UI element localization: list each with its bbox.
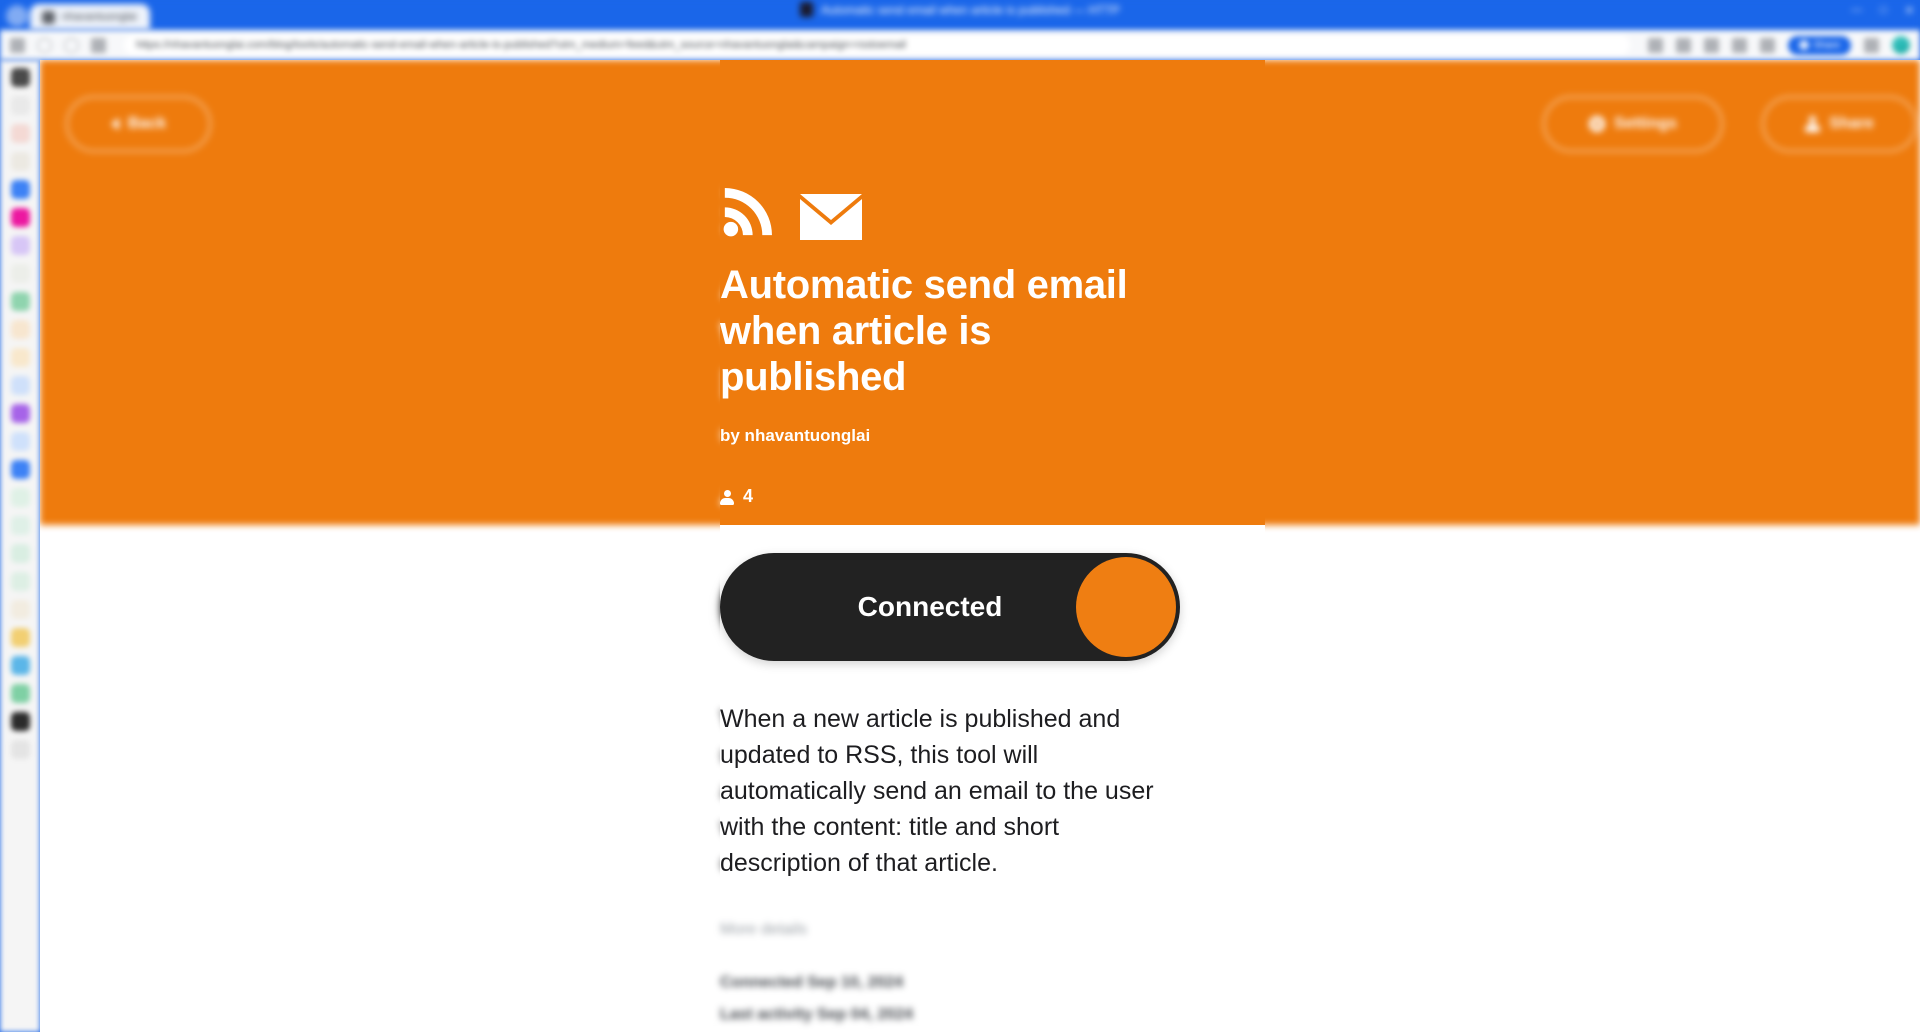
browser-window: nhavantuonglai Automatic send email when… <box>0 0 1920 1032</box>
window-title: Automatic send email when article is pub… <box>0 2 1920 17</box>
bookmark-profile[interactable] <box>10 68 30 87</box>
back-button-label: Back <box>127 115 167 132</box>
tool-description-sharp: When a new article is published and upda… <box>720 705 1154 877</box>
overflow-menu-icon[interactable] <box>1864 37 1879 53</box>
bookmark-item-23[interactable] <box>10 684 30 703</box>
minimize-icon[interactable]: — <box>1851 4 1862 17</box>
last-activity-date: Last activity Sep 04, 2024 <box>720 1006 913 1023</box>
connected-date: Connected Sep 10, 2024 <box>720 974 904 991</box>
person-icon <box>720 489 734 505</box>
reload-icon[interactable] <box>91 37 106 53</box>
bookmark-item-17[interactable] <box>10 516 30 535</box>
bookmark-item-25[interactable] <box>10 740 30 759</box>
hero-byline-sharp: by nhavantuonglai <box>720 426 871 445</box>
bookmark-item-13[interactable] <box>10 404 30 423</box>
window-controls[interactable]: — □ ✕ <box>1851 4 1914 17</box>
page-viewport: Back Settings Share More details Connect… <box>40 60 1920 1032</box>
toggle-knob-sharp[interactable] <box>1076 557 1176 657</box>
connection-meta: Connected Sep 10, 2024 Last activity Sep… <box>720 967 1280 1031</box>
connection-toggle-label-sharp: Connected <box>857 591 1003 622</box>
bookmark-item-5[interactable] <box>10 180 30 199</box>
bookmark-item-11[interactable] <box>10 348 30 367</box>
browser-toolbar: https://nhavantuonglai.com/blog/tools/au… <box>0 30 1920 60</box>
person-share-icon <box>1805 116 1821 132</box>
bookmark-item-8[interactable] <box>10 264 30 283</box>
close-icon[interactable]: ✕ <box>1905 4 1914 17</box>
address-bar-url: https://nhavantuonglai.com/blog/tools/au… <box>136 39 907 51</box>
bookmark-item-3[interactable] <box>10 124 30 143</box>
share-button[interactable]: Share <box>1762 96 1917 152</box>
back-button[interactable]: Back <box>66 96 211 152</box>
bookmark-item-16[interactable] <box>10 488 30 507</box>
connection-toggle-sharp[interactable]: Connected <box>720 553 1180 661</box>
bookmark-item-24[interactable] <box>10 712 30 731</box>
sidebar-toggle-icon[interactable] <box>10 37 25 53</box>
address-bar[interactable]: https://nhavantuonglai.com/blog/tools/au… <box>124 35 1631 55</box>
profile-avatar[interactable] <box>1892 36 1910 54</box>
bookmark-item-10[interactable] <box>10 320 30 339</box>
share-pill-label: Share <box>1813 39 1840 51</box>
bookmark-item-20[interactable] <box>10 600 30 619</box>
search-icon[interactable] <box>1760 37 1776 53</box>
bookmark-item-18[interactable] <box>10 544 30 563</box>
bookmark-item-12[interactable] <box>10 376 30 395</box>
settings-button-label: Settings <box>1613 115 1678 132</box>
bookmark-item-9[interactable] <box>10 292 30 311</box>
share-pill-button[interactable]: Share <box>1788 35 1851 55</box>
bookmark-item-22[interactable] <box>10 656 30 675</box>
users-count-value-sharp: 4 <box>743 486 754 506</box>
window-title-text: Automatic send email when article is pub… <box>821 2 1120 17</box>
bookmark-item-2[interactable] <box>10 96 30 115</box>
downloads-icon[interactable] <box>1732 37 1748 53</box>
bookmarks-sidebar <box>0 60 40 1032</box>
maximize-icon[interactable]: □ <box>1880 4 1887 17</box>
extensions-icon[interactable] <box>1704 37 1720 53</box>
share-button-label: Share <box>1829 115 1874 132</box>
hero-content-sharp: Automatic send email when article is pub… <box>720 180 1265 507</box>
forward-nav-icon[interactable] <box>64 37 79 53</box>
settings-button[interactable]: Settings <box>1543 96 1723 152</box>
bookmark-item-4[interactable] <box>10 152 30 171</box>
share-pill-icon <box>1799 40 1810 50</box>
bookmark-item-6[interactable] <box>10 208 30 227</box>
chevron-left-icon <box>110 118 119 130</box>
bookmark-item-21[interactable] <box>10 628 30 647</box>
bookmark-item-7[interactable] <box>10 236 30 255</box>
rss-icon <box>723 188 772 237</box>
service-icons-sharp <box>720 180 1265 240</box>
back-nav-icon[interactable] <box>37 37 52 53</box>
users-count-sharp: 4 <box>720 486 1265 507</box>
tab-strip: nhavantuonglai Automatic send email when… <box>0 0 1920 30</box>
gear-icon <box>1588 116 1605 132</box>
page-title-sharp: Automatic send email when article is pub… <box>720 263 1128 399</box>
bookmark-item-14[interactable] <box>10 432 30 451</box>
envelope-icon <box>800 194 862 240</box>
window-title-icon <box>800 2 814 17</box>
edit-icon[interactable] <box>1648 37 1664 53</box>
more-details-link[interactable]: More details <box>720 921 1280 939</box>
bookmark-item-15[interactable] <box>10 460 30 479</box>
bookmark-item-19[interactable] <box>10 572 30 591</box>
toolbar-actions: Share <box>1648 35 1910 55</box>
bookmark-star-icon[interactable] <box>1676 37 1692 53</box>
